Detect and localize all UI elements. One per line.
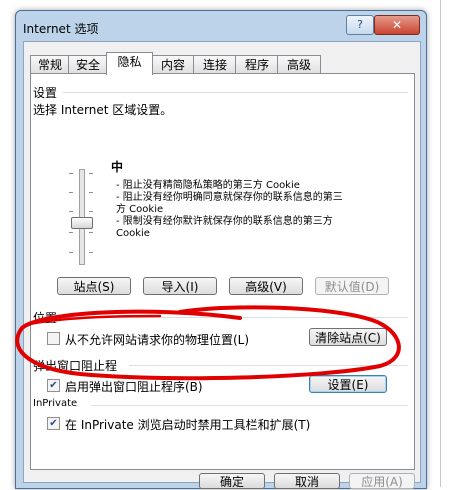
tab-advanced[interactable]: 高级 (277, 55, 321, 74)
slider-tick (69, 252, 73, 253)
default-button[interactable]: 默认值(D) (315, 277, 389, 295)
popup-settings-button[interactable]: 设置(E) (309, 375, 387, 393)
privacy-desc-line: - 阻止没有精简隐私策略的第三方 Cookie (116, 180, 300, 191)
privacy-desc-line: - 阻止没有经你明确同意就保存你的联系信息的第三 (116, 192, 343, 203)
popup-group-label: 弹出窗口阻止程 (33, 359, 118, 373)
slider-tick (89, 173, 93, 174)
popup-checkbox-label[interactable]: 启用弹出窗口阻止程序(B) (65, 378, 203, 395)
settings-group-line (63, 92, 408, 93)
clear-sites-button[interactable]: 清除站点(C) (309, 328, 387, 346)
tab-privacy[interactable]: 隐私 (106, 52, 153, 75)
inprivate-checkbox-label[interactable]: 在 InPrivate 浏览启动时禁用工具栏和扩展(T) (65, 416, 310, 433)
sites-button[interactable]: 站点(S) (57, 277, 131, 295)
location-group-line (63, 317, 408, 318)
privacy-slider-thumb[interactable] (71, 217, 93, 229)
privacy-panel: 设置 选择 Internet 区域设置。 中 - 阻止没有精简隐私策略的第三方 … (30, 73, 415, 470)
slider-tick (69, 232, 73, 233)
slider-tick (69, 211, 73, 212)
location-checkbox-label[interactable]: 从不允许网站请求你的物理位置(L) (65, 331, 249, 348)
location-group-label: 位置 (33, 311, 58, 325)
slider-tick (69, 192, 73, 193)
settings-group-label: 设置 (33, 86, 58, 100)
internet-options-dialog: Internet 选项 ? ✕ 常规 安全 隐私 内容 连接 程序 高级 设置 … (15, 10, 427, 489)
location-checkbox[interactable] (47, 332, 60, 345)
privacy-desc-line: 方 Cookie (116, 204, 164, 215)
title-bar[interactable]: Internet 选项 ? ✕ (16, 11, 426, 41)
slider-tick (89, 211, 93, 212)
privacy-desc-line: Cookie (116, 228, 150, 239)
advanced-button[interactable]: 高级(V) (229, 277, 303, 295)
inprivate-group-label: InPrivate (33, 398, 78, 409)
tab-connections[interactable]: 连接 (193, 55, 237, 74)
dialog-body: 常规 安全 隐私 内容 连接 程序 高级 设置 选择 Internet 区域设置… (23, 41, 421, 489)
tab-content[interactable]: 内容 (151, 55, 195, 74)
page-edge (440, 0, 441, 487)
inprivate-group-line (91, 405, 408, 406)
import-button[interactable]: 导入(I) (143, 277, 217, 295)
privacy-desc-line: - 限制没有经你默许就保存你的联系信息的第三方 (116, 216, 333, 227)
slider-tick (89, 192, 93, 193)
inprivate-checkbox[interactable]: ✔ (47, 417, 60, 430)
tab-general[interactable]: 常规 (30, 55, 70, 74)
window-title: Internet 选项 (23, 22, 99, 36)
tab-programs[interactable]: 程序 (235, 55, 279, 74)
slider-tick (89, 232, 93, 233)
help-button[interactable]: ? (346, 15, 374, 35)
zone-instruction: 选择 Internet 区域设置。 (33, 103, 173, 117)
tab-security[interactable]: 安全 (68, 55, 108, 74)
popup-checkbox[interactable]: ✔ (47, 379, 60, 392)
close-button[interactable]: ✕ (374, 15, 420, 35)
privacy-level: 中 (111, 160, 124, 174)
popup-group-line (129, 365, 408, 366)
slider-tick (69, 173, 73, 174)
slider-tick (89, 252, 93, 253)
